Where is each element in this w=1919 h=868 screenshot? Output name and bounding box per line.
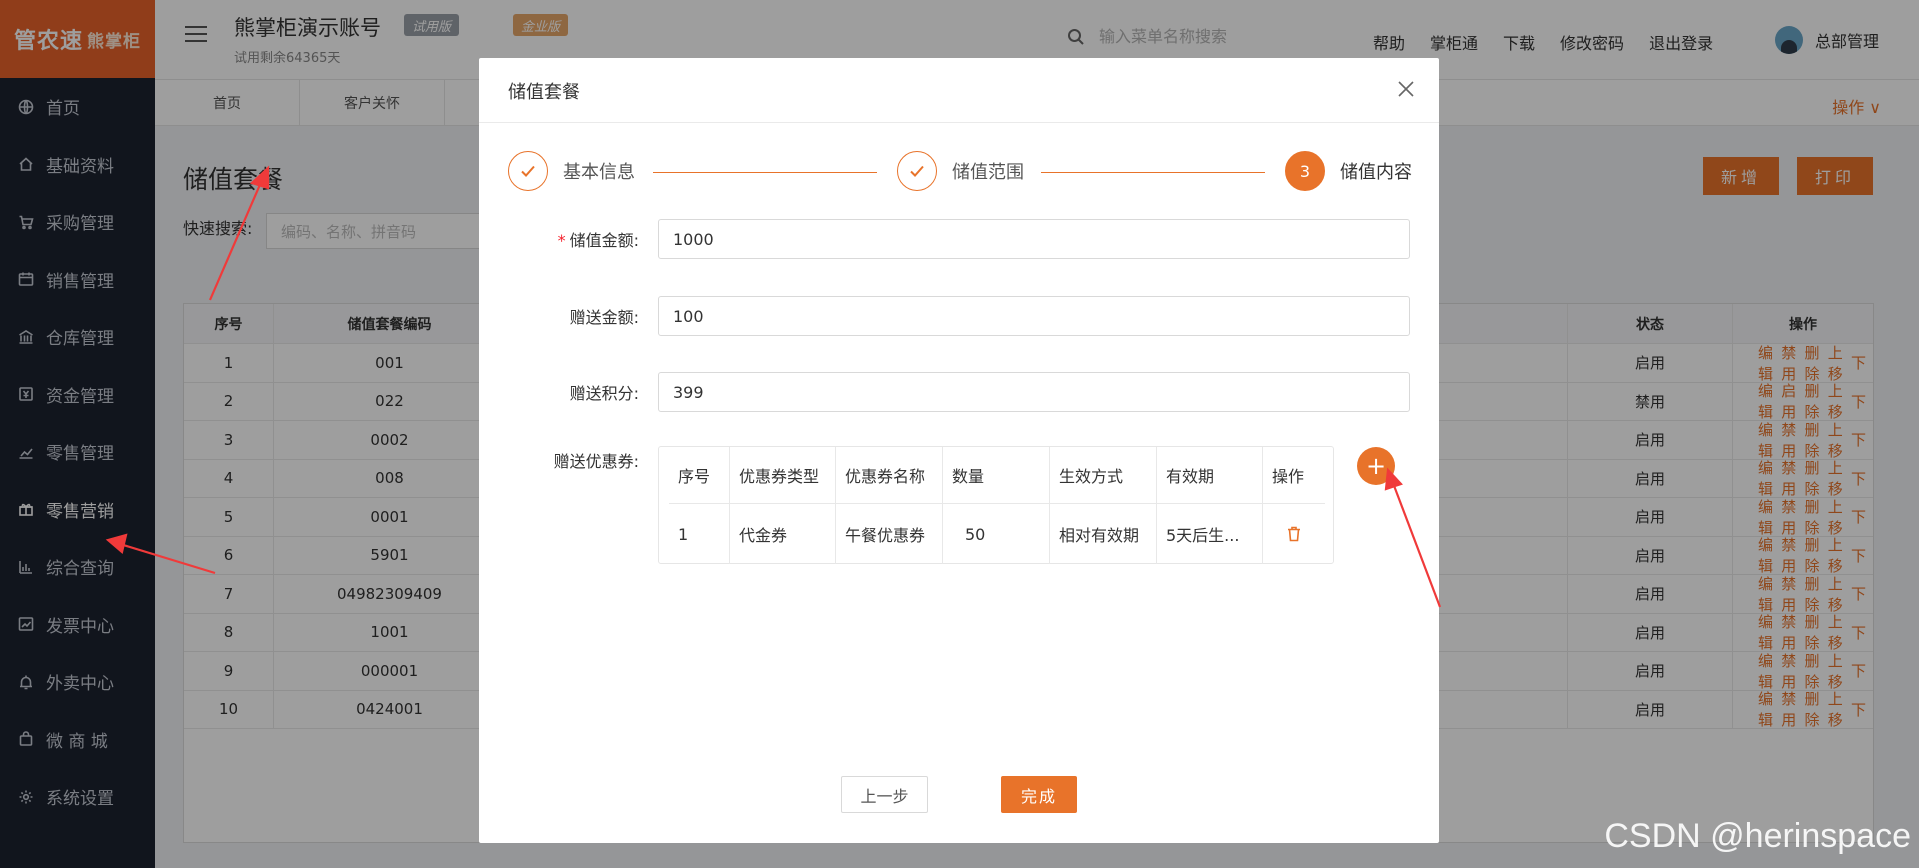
amount-label: * 储值金额: — [489, 227, 639, 251]
coupon-validity[interactable]: 5天后生... — [1157, 504, 1263, 564]
coupon-type[interactable]: 代金券 — [730, 504, 836, 564]
gift-points-label: 赠送积分: — [569, 384, 639, 403]
step-label: 储值范围 — [952, 162, 1024, 183]
check-icon — [897, 151, 937, 191]
coupon-mode[interactable]: 相对有效期 — [1050, 504, 1157, 564]
finish-button[interactable]: 完成 — [1001, 776, 1077, 813]
coupon-header-row: 序号 优惠券类型 优惠券名称 数量 生效方式 有效期 操作 — [669, 447, 1325, 504]
step-scope: 储值范围 — [897, 151, 1024, 191]
previous-step-button[interactable]: 上一步 — [841, 776, 928, 813]
step-basic-info: 基本信息 — [508, 151, 635, 191]
coupon-header-type: 优惠券类型 — [730, 447, 836, 503]
step-content: 3 储值内容 — [1285, 151, 1412, 191]
dialog-title: 储值套餐 — [508, 82, 580, 103]
coupon-table: 序号 优惠券类型 优惠券名称 数量 生效方式 有效期 操作 1 代金券 午餐优惠… — [658, 446, 1334, 564]
watermark: CSDN @herinspace — [1604, 817, 1911, 855]
coupon-header-name: 优惠券名称 — [836, 447, 943, 503]
step-connector — [1041, 172, 1265, 173]
delete-icon[interactable] — [1263, 504, 1325, 564]
coupon-header-seq: 序号 — [669, 447, 730, 503]
gift-points-field[interactable] — [658, 372, 1410, 412]
gift-amount-label: 赠送金额: — [569, 308, 639, 327]
coupon-header-mode: 生效方式 — [1050, 447, 1157, 503]
package-dialog: 储值套餐 基本信息 储值范围 3 储值内容 *储值金额: 赠送金额: 赠送积分:… — [479, 58, 1439, 843]
step-connector — [653, 172, 877, 173]
coupon-header-validity: 有效期 — [1157, 447, 1263, 503]
amount-label-text: 储值金额: — [569, 231, 639, 250]
check-icon — [508, 151, 548, 191]
gift-amount-field[interactable] — [658, 296, 1410, 336]
coupon-name[interactable]: 午餐优惠券 — [836, 504, 943, 564]
step-label: 储值内容 — [1340, 162, 1412, 183]
coupon-header-ops: 操作 — [1272, 467, 1305, 486]
coupon-seq: 1 — [669, 504, 730, 564]
coupon-qty[interactable]: 50 — [943, 504, 1050, 564]
table-row: 1 代金券 午餐优惠券 50 相对有效期 5天后生... — [669, 504, 1325, 564]
add-coupon-button[interactable]: + — [1357, 447, 1395, 485]
required-mark: * — [557, 231, 566, 250]
step-label: 基本信息 — [563, 162, 635, 183]
dialog-header: 储值套餐 — [479, 58, 1439, 123]
coupon-label: 赠送优惠券: — [553, 452, 639, 471]
close-icon[interactable] — [1397, 80, 1415, 98]
coupon-header-qty: 数量 — [943, 447, 1050, 503]
step-number: 3 — [1285, 151, 1325, 191]
amount-field[interactable] — [658, 219, 1410, 259]
